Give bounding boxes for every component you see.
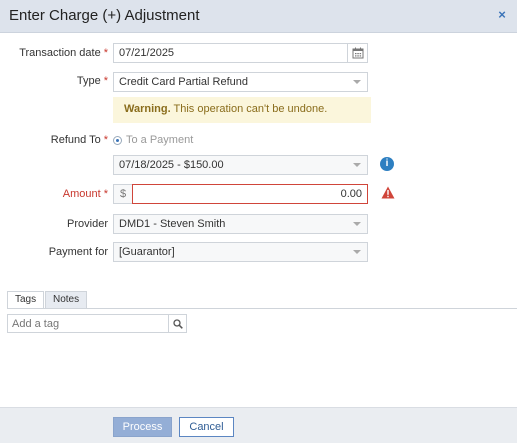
required-marker: * (103, 47, 108, 59)
provider-select[interactable]: DMD1 - Steven Smith (113, 214, 368, 234)
type-value: Credit Card Partial Refund (119, 76, 249, 88)
refund-to-label: Refund To * (51, 134, 108, 146)
tab-tags[interactable]: Tags (7, 291, 45, 309)
required-marker: * (103, 75, 108, 87)
required-marker: * (103, 134, 108, 146)
provider-label-text: Provider (67, 218, 108, 230)
refund-to-label-text: Refund To (50, 134, 101, 146)
payment-for-label-text: Payment for (48, 246, 108, 258)
transaction-date-value: 07/21/2025 (119, 47, 175, 59)
close-icon[interactable]: × (495, 8, 509, 22)
warning-title: Warning. (124, 103, 171, 115)
chevron-down-icon (353, 222, 361, 226)
provider-value: DMD1 - Steven Smith (119, 218, 226, 230)
currency-prefix: $ (113, 184, 133, 204)
required-marker: * (103, 188, 108, 200)
chevron-down-icon (353, 80, 361, 84)
info-icon[interactable]: i (380, 157, 394, 171)
type-label: Type * (77, 75, 108, 87)
amount-label-text: Amount (62, 188, 101, 200)
calendar-icon[interactable] (347, 44, 367, 62)
payment-value: 07/18/2025 - $150.00 (119, 159, 224, 171)
tab-divider (7, 308, 517, 309)
warning-text: This operation can't be undone. (170, 103, 328, 115)
cancel-button[interactable]: Cancel (179, 417, 234, 437)
warning-triangle-icon (381, 186, 395, 202)
warning-message: Warning. This operation can't be undone. (113, 97, 371, 123)
tag-search-input[interactable] (7, 314, 169, 333)
transaction-date-label: Transaction date * (19, 47, 108, 59)
radio-button[interactable] (113, 135, 122, 145)
chevron-down-icon (353, 250, 361, 254)
payment-select[interactable]: 07/18/2025 - $150.00 (113, 155, 368, 175)
dialog-title: Enter Charge (+) Adjustment (9, 7, 200, 24)
radio-dot (116, 138, 119, 142)
transaction-date-label-text: Transaction date (19, 47, 101, 59)
dialog-header: Enter Charge (+) Adjustment × (0, 0, 517, 33)
refund-to-radio[interactable]: To a Payment (113, 134, 193, 146)
chevron-down-icon (353, 163, 361, 167)
transaction-date-input[interactable]: 07/21/2025 (113, 43, 368, 63)
dialog-footer: Process Cancel (0, 407, 517, 443)
payment-for-label: Payment for (49, 246, 108, 258)
search-icon[interactable] (168, 314, 187, 333)
provider-label: Provider (67, 218, 108, 230)
payment-for-select[interactable]: [Guarantor] (113, 242, 368, 262)
amount-label: Amount * (63, 188, 108, 200)
process-button[interactable]: Process (113, 417, 172, 437)
type-label-text: Type (76, 75, 101, 87)
amount-input[interactable]: 0.00 (132, 184, 368, 204)
radio-option-label: To a Payment (126, 134, 194, 146)
tab-notes[interactable]: Notes (45, 291, 88, 309)
type-select[interactable]: Credit Card Partial Refund (113, 72, 368, 92)
payment-for-value: [Guarantor] (119, 246, 175, 258)
